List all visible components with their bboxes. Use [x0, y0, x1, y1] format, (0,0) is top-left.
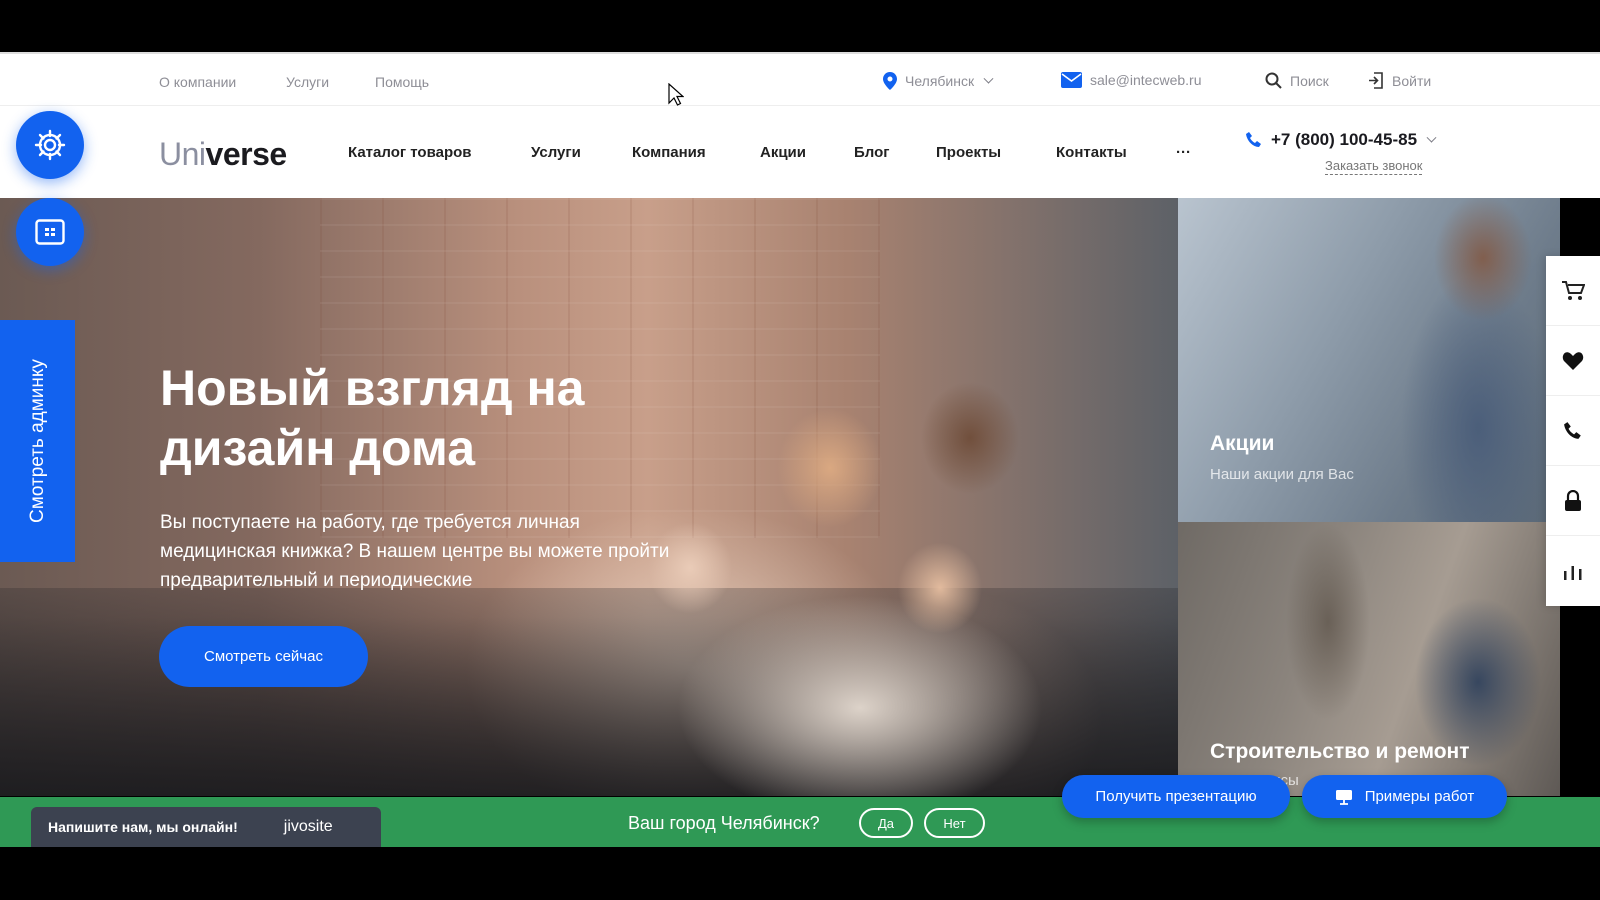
favorites-button[interactable]: [1546, 326, 1600, 396]
heart-icon: [1562, 351, 1584, 370]
page: О компании Услуги Помощь Челябинск sale@…: [0, 0, 1600, 900]
admin-tab-label: Смотреть админку: [26, 359, 48, 523]
location-pin-icon: [883, 72, 897, 90]
right-side-panel: [1546, 256, 1600, 606]
login-button[interactable]: Войти: [1368, 72, 1431, 89]
chevron-down-icon: [1426, 132, 1437, 143]
email-link[interactable]: sale@intecweb.ru: [1061, 72, 1202, 88]
settings-button[interactable]: [16, 111, 84, 179]
phone-dropdown[interactable]: +7 (800) 100-45-85: [1245, 130, 1437, 150]
portfolio-button[interactable]: Примеры работ: [1302, 775, 1507, 818]
nav-promotions[interactable]: Акции: [760, 144, 806, 161]
chart-icon: [1564, 566, 1582, 580]
portfolio-label: Примеры работ: [1364, 788, 1475, 805]
logo-bold: verse: [205, 136, 288, 172]
nav-catalog[interactable]: Каталог товаров: [348, 144, 472, 161]
nav-projects[interactable]: Проекты: [936, 144, 1001, 161]
tile-title: Строительство и ремонт: [1210, 740, 1470, 763]
phone-icon: [1564, 421, 1581, 439]
presentation-label: Получить презентацию: [1095, 788, 1257, 805]
view-admin-tab[interactable]: Смотреть админку: [0, 320, 75, 562]
city-yes-button[interactable]: Да: [859, 808, 913, 838]
hero-text: Вы поступаете на работу, где требуется л…: [160, 512, 670, 591]
top-bar: О компании Услуги Помощь Челябинск sale@…: [0, 52, 1600, 106]
main-header: Universe Каталог товаров Услуги Компания…: [0, 106, 1600, 198]
login-label: Войти: [1392, 72, 1432, 89]
city-name: Челябинск: [905, 73, 975, 89]
hero-banner: Новый взгляд на дизайн дома Вы поступает…: [0, 198, 1178, 796]
top-link-services[interactable]: Услуги: [286, 74, 329, 90]
email-text: sale@intecweb.ru: [1090, 72, 1202, 88]
presentation-icon: [1335, 789, 1352, 805]
layout-icon: [35, 219, 65, 245]
settings-gear-icon: [34, 129, 66, 161]
jivo-brand: jivosite: [283, 818, 333, 835]
search-icon: [1265, 72, 1282, 89]
cart-button[interactable]: [1546, 256, 1600, 326]
jivo-text: Напишите нам, мы онлайн!: [48, 819, 238, 835]
phone-icon: [1246, 132, 1261, 147]
nav-more[interactable]: ···: [1176, 144, 1191, 161]
tile-promotions[interactable]: Акции Наши акции для Вас: [1178, 198, 1560, 522]
get-presentation-button[interactable]: Получить презентацию: [1062, 775, 1290, 818]
top-link-about[interactable]: О компании: [159, 74, 236, 90]
cart-icon: [1562, 280, 1585, 300]
account-button[interactable]: [1546, 466, 1600, 536]
call-button[interactable]: [1546, 396, 1600, 466]
tile-subtitle: Наши акции для Вас: [1210, 466, 1354, 483]
city-selector[interactable]: Челябинск: [883, 72, 994, 90]
tile-construction[interactable]: Строительство и ремонт Все сервисы: [1178, 522, 1560, 796]
callback-link[interactable]: Заказать звонок: [1325, 158, 1423, 175]
mouse-cursor-icon: [668, 83, 684, 106]
lock-icon: [1565, 489, 1581, 511]
search-label: Поиск: [1290, 72, 1329, 89]
city-no-button[interactable]: Нет: [924, 808, 985, 838]
layout-button[interactable]: [16, 198, 84, 266]
chevron-down-icon: [983, 73, 994, 84]
logo[interactable]: Universe: [159, 136, 287, 173]
nav-blog[interactable]: Блог: [854, 144, 890, 161]
nav-services[interactable]: Услуги: [531, 144, 581, 161]
hero-title: Новый взгляд на дизайн дома: [160, 360, 585, 476]
top-link-help[interactable]: Помощь: [375, 74, 429, 90]
hero-watch-button[interactable]: Смотреть сейчас: [159, 626, 368, 687]
phone-number: +7 (800) 100-45-85: [1271, 130, 1418, 149]
search-button[interactable]: Поиск: [1265, 72, 1329, 89]
city-question: Ваш город Челябинск?: [628, 813, 820, 833]
logo-light: Uni: [159, 136, 206, 172]
login-icon: [1369, 72, 1383, 89]
tile-title: Акции: [1210, 432, 1275, 455]
nav-contacts[interactable]: Контакты: [1056, 144, 1127, 161]
compare-button[interactable]: [1546, 536, 1600, 606]
mail-icon: [1061, 72, 1082, 88]
jivo-chat-widget[interactable]: Напишите нам, мы онлайн! jivosite: [31, 807, 381, 847]
nav-company[interactable]: Компания: [632, 144, 706, 161]
